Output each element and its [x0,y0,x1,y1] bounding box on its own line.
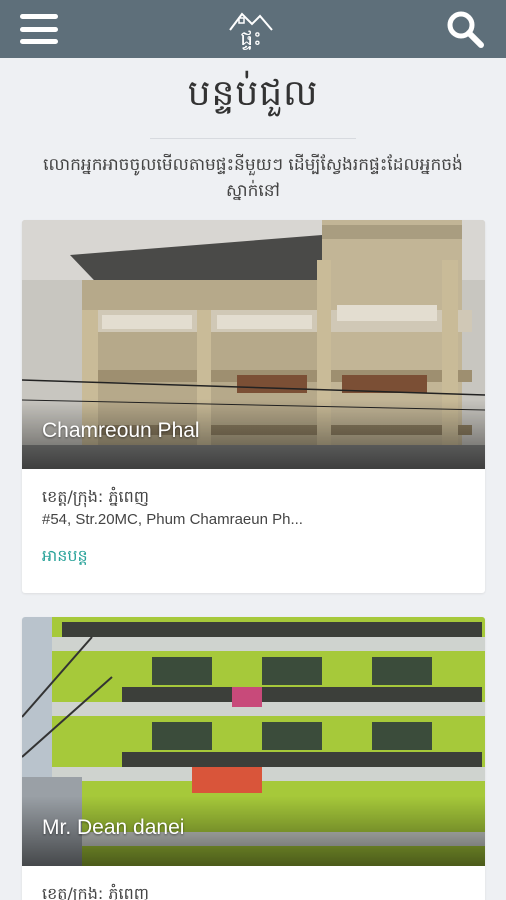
title-divider [150,138,356,139]
intro-text: លោកអ្នកអាចចូលមើលតាមផ្ទះនីមួយៗ ដើម្បីស្វែ… [43,155,463,201]
search-icon[interactable] [444,8,486,50]
page-title: បន្ទប់ជួល [187,73,319,114]
app-logo[interactable]: ផ្ទះ [228,10,274,48]
listing-province: ខេត្ត/ក្រុង: ភ្នំពេញ [42,884,149,900]
logo-text: ផ្ទះ [240,26,262,50]
listing-name[interactable]: Chamreoun Phal [42,419,200,443]
listing-address: #54, Str.20MC, Phum Chamraeun Ph... [42,511,303,528]
listing-details: ខេត្ត/ក្រុង: ភ្នំពេញ [22,866,485,900]
listing-photo[interactable]: Mr. Dean danei [22,617,485,866]
hamburger-menu-icon[interactable] [20,14,58,44]
top-app-bar: ផ្ទះ [0,0,506,58]
listing-card[interactable]: Mr. Dean danei ខេត្ត/ក្រុង: ភ្នំពេញ [22,617,485,900]
listing-details: ខេត្ត/ក្រុង: ភ្នំពេញ #54, Str.20MC, Phum… [22,469,485,585]
listing-card[interactable]: Chamreoun Phal ខេត្ត/ក្រុង: ភ្នំពេញ #54,… [22,220,485,593]
listing-name[interactable]: Mr. Dean danei [42,816,184,840]
listing-photo[interactable]: Chamreoun Phal [22,220,485,469]
read-more-link[interactable]: អានបន្ត [42,545,88,569]
listing-province: ខេត្ត/ក្រុង: ភ្នំពេញ [42,487,149,506]
